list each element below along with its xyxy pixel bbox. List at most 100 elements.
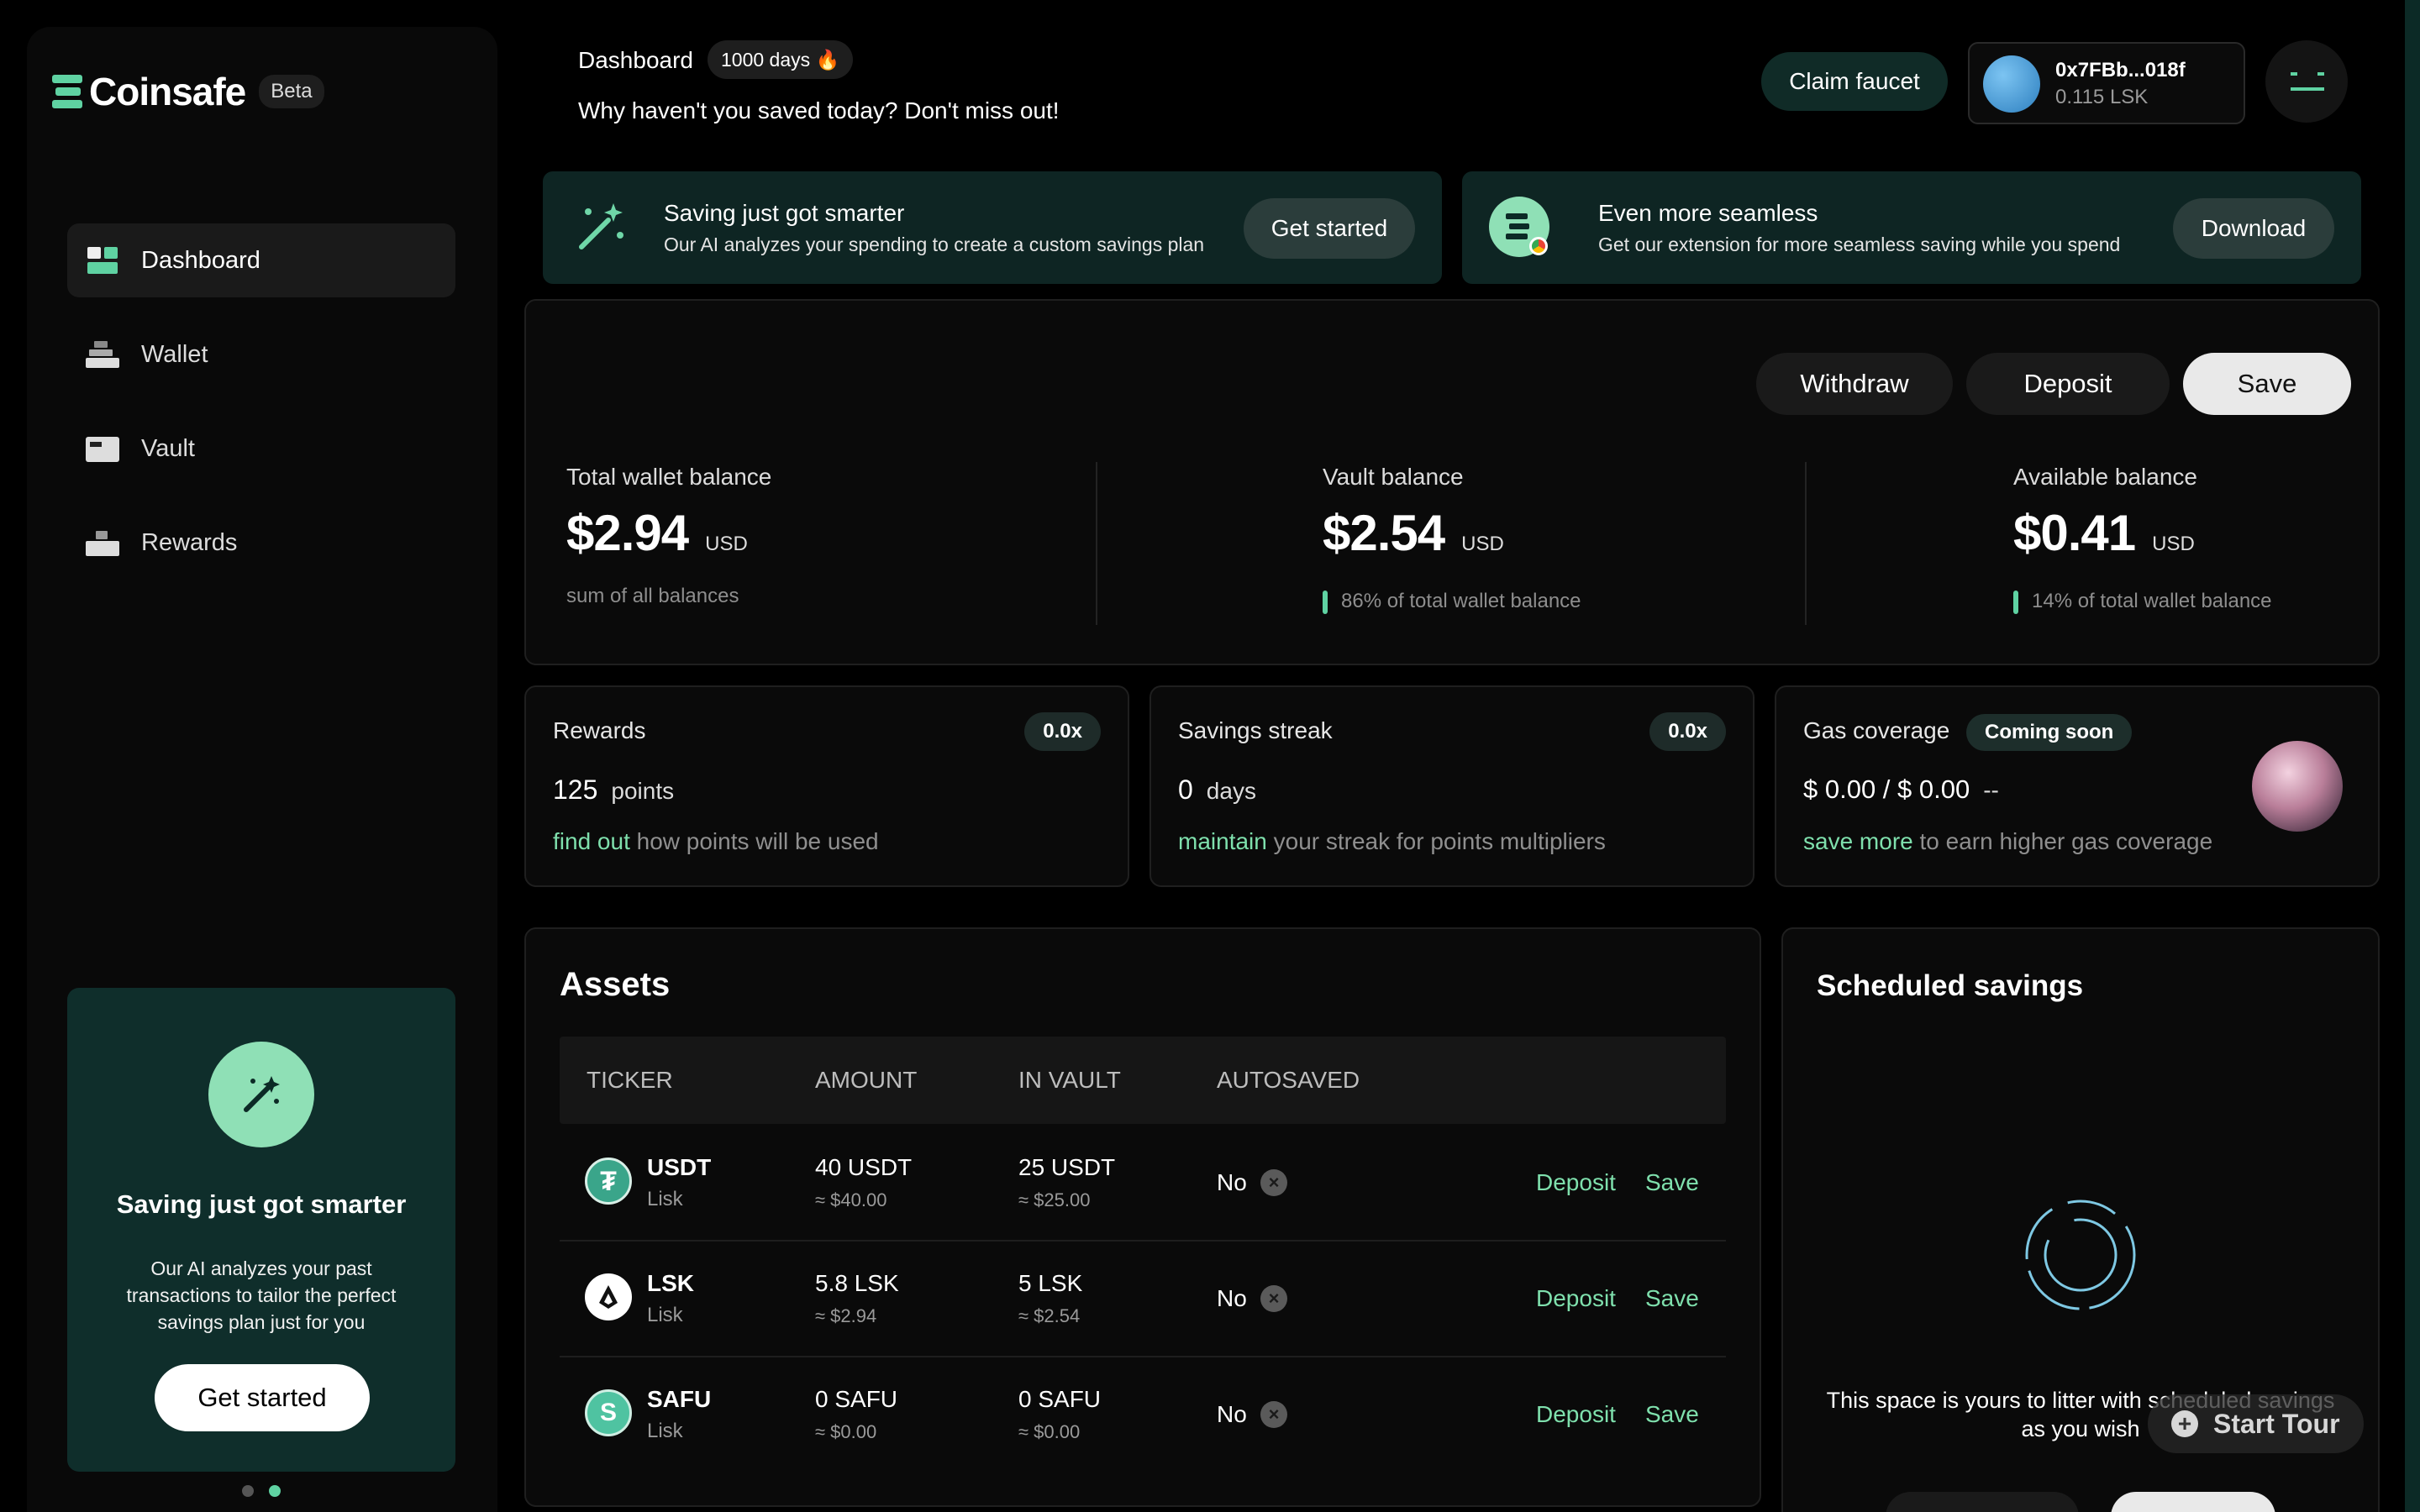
available-balance-note: 14% of total wallet balance [2013,590,2272,614]
coming-soon-badge: Coming soon [1966,714,2133,751]
vault-usd: ≈ $0.00 [1018,1421,1081,1442]
magic-wand-icon [208,1042,314,1147]
lsk-icon [585,1273,632,1320]
streak-hint: maintain your streak for points multipli… [1178,828,1606,854]
autosaved-status: No [1217,1169,1247,1195]
coinsafe-logo-icon [52,71,82,112]
amount: 0 SAFU [815,1386,898,1412]
wallet-account-button[interactable]: 0x7FBb...018f 0.115 LSK [1968,42,2245,124]
promo-get-started-button[interactable]: Get started [155,1364,370,1431]
available-balance-label: Available balance [2013,464,2197,490]
streak-label: Savings streak [1178,717,1333,743]
scrollbar[interactable] [2405,0,2420,1512]
assets-table-header [560,1037,1726,1124]
sidebar-item-label: Vault [141,434,195,462]
wallet-avatar [1983,55,2040,113]
streak-days: 0 days [1178,774,1256,805]
column-header-amount: AMOUNT [815,1067,918,1093]
brand-name: Coinsafe [89,70,246,113]
save-button[interactable]: Save [2183,353,2351,415]
deposit-link[interactable]: Deposit [1536,1285,1616,1312]
sidebar-promo-card: Saving just got smarter Our AI analyzes … [67,988,455,1472]
chain: Lisk [647,1304,683,1326]
multiplier-badge: 0.0x [1024,712,1101,751]
rewards-label: Rewards [553,717,646,743]
banner-title: Saving just got smarter [664,200,905,226]
available-balance-value: $0.41 [2013,505,2136,561]
dashboard-icon [86,245,119,276]
rewards-hint: find out how points will be used [553,828,879,854]
gas-coverage-card: Gas coverage Coming soon $ 0.00 / $ 0.00… [1775,685,2380,887]
find-out-link[interactable]: find out [553,828,630,854]
sidebar-item-rewards[interactable]: Rewards [67,506,455,580]
start-tour-button[interactable]: + Start Tour [2148,1394,2364,1453]
shell-illustration-icon [2252,741,2343,832]
carousel-dot-active[interactable] [269,1485,281,1497]
assets-title: Assets [560,966,671,1003]
banner-text: Our AI analyzes your spending to create … [664,234,1205,255]
sidebar-item-label: Rewards [141,528,238,556]
vault-amount: 5 LSK [1018,1270,1083,1296]
total-balance: $2.94 USD [566,504,748,562]
percent-indicator [2013,590,2018,614]
amount-usd: ≈ $0.00 [815,1421,877,1442]
sidebar-item-wallet[interactable]: Wallet [67,318,455,391]
autosaved-status: No [1217,1401,1247,1427]
vault-balance-label: Vault balance [1323,464,1464,490]
sidebar-item-label: Wallet [141,340,208,368]
gas-hint: save more to earn higher gas coverage [1803,828,2213,854]
autosaved-status: No [1217,1285,1247,1311]
save-more-link[interactable]: save more [1803,828,1913,854]
rewards-points: 125 points [553,774,675,805]
chain: Lisk [647,1188,683,1210]
close-icon: × [1260,1285,1287,1312]
currency-unit: USD [705,533,748,555]
save-link[interactable]: Save [1645,1285,1699,1312]
amount: 40 USDT [815,1154,913,1180]
vault-balance-value: $2.54 [1323,505,1445,561]
maintain-link[interactable]: maintain [1178,828,1267,854]
user-menu-button[interactable] [2265,40,2348,123]
deposit-link[interactable]: Deposit [1536,1169,1616,1196]
total-balance-value: $2.94 [566,505,689,561]
divider [1805,462,1807,625]
table-row: S SAFU Lisk 0 SAFU ≈ $0.00 0 SAFU ≈ $0.0… [560,1356,1726,1472]
gas-value: $ 0.00 / $ 0.00 -- [1803,774,1999,804]
withdraw-button[interactable]: Withdraw [1756,353,1953,415]
brand-logo[interactable]: Coinsafe Beta [52,69,324,114]
promo-text: Our AI analyzes your past transactions t… [126,1257,397,1333]
total-balance-note: sum of all balances [566,585,739,607]
extension-banner: Even more seamless Get our extension for… [1462,171,2361,284]
amount: 5.8 LSK [815,1270,899,1296]
banner-download-button[interactable]: Download [2173,198,2334,259]
user-face-icon [2291,72,2324,91]
plus-icon: + [2171,1410,2198,1437]
usdt-icon: ₮ [585,1158,632,1205]
rewards-card: Rewards 0.0x 125 points find out how poi… [524,685,1129,887]
deposit-button[interactable]: Deposit [1966,353,2170,415]
banner-get-started-button[interactable]: Get started [1244,198,1415,259]
page-title: Dashboard [578,47,693,73]
rewards-icon [86,528,119,558]
page-subtitle: Why haven't you saved today? Don't miss … [578,97,1060,123]
extension-logo-icon [1489,197,1549,257]
sidebar-item-dashboard[interactable]: Dashboard [67,223,455,297]
wallet-address: 0x7FBb...018f [2055,59,2186,81]
scheduled-primary-button[interactable] [2111,1492,2275,1512]
scheduled-secondary-button[interactable] [1886,1492,2079,1512]
save-link[interactable]: Save [1645,1401,1699,1428]
promo-title: Saving just got smarter [116,1189,407,1219]
percent-indicator [1323,590,1328,614]
amount-usd: ≈ $2.94 [815,1305,877,1326]
sidebar-item-label: Dashboard [141,246,260,274]
claim-faucet-button[interactable]: Claim faucet [1761,52,1948,111]
vault-usd: ≈ $25.00 [1018,1189,1091,1210]
ai-savings-banner: Saving just got smarter Our AI analyzes … [543,171,1442,284]
ticker: LSK [647,1270,694,1296]
carousel-dot[interactable] [242,1485,254,1497]
sidebar-item-vault[interactable]: Vault [67,412,455,486]
scheduled-savings-title: Scheduled savings [1817,969,2084,1002]
deposit-link[interactable]: Deposit [1536,1401,1616,1428]
vault-amount: 25 USDT [1018,1154,1116,1180]
save-link[interactable]: Save [1645,1169,1699,1196]
